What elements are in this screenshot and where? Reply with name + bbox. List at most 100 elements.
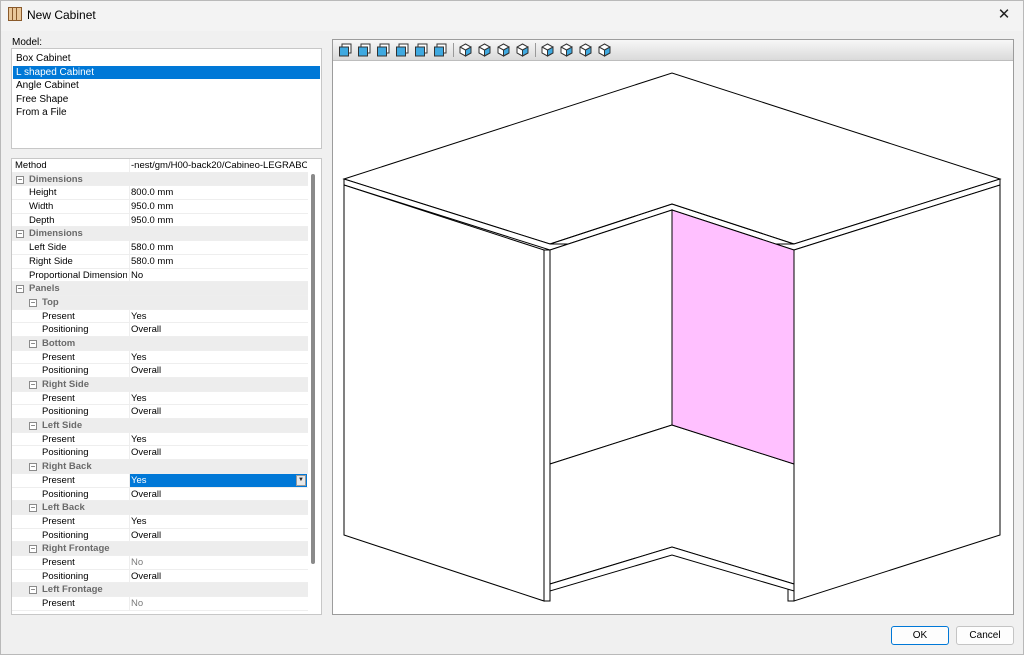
iso-view-8-icon[interactable] <box>597 43 612 57</box>
property-section-row[interactable]: − Right Frontage <box>12 542 308 556</box>
property-row[interactable]: Proportional Dimensions No <box>12 268 308 283</box>
model-item[interactable]: Box Cabinet <box>13 52 320 66</box>
view-right-icon[interactable] <box>395 43 410 57</box>
property-value[interactable]: Overall <box>129 487 307 501</box>
property-value[interactable]: No <box>129 555 307 569</box>
model-item[interactable]: From a File <box>13 106 320 120</box>
property-section-row[interactable]: − Left Back <box>12 501 308 515</box>
property-value[interactable]: -nest/gm/H00-back20/Cabineo-LEGRABOX... <box>129 159 307 172</box>
property-row[interactable]: Positioning Overall <box>12 487 308 502</box>
property-section-row[interactable]: − Panels <box>12 282 308 296</box>
property-value[interactable]: 580.0 mm <box>129 254 307 268</box>
cabinet-3d-drawing[interactable] <box>333 61 1013 614</box>
property-value[interactable]: Overall <box>129 323 307 336</box>
property-section-row[interactable]: − Top <box>12 295 308 310</box>
property-value[interactable]: 580.0 mm <box>129 241 307 254</box>
property-row[interactable]: Method -nest/gm/H00-back20/Cabineo-LEGRAB… <box>12 159 308 173</box>
property-value <box>129 378 307 391</box>
dropdown-arrow-icon[interactable]: ▼ <box>296 474 306 486</box>
model-list[interactable]: Box Cabinet L shaped Cabinet Angle Cabinet… <box>11 48 322 149</box>
property-row[interactable]: Present Yes ▼ <box>12 473 308 488</box>
property-value[interactable]: 950.0 mm <box>129 213 307 227</box>
property-value[interactable]: 950.0 mm <box>129 200 307 213</box>
property-value[interactable]: Overall <box>129 405 307 419</box>
property-value[interactable]: Overall <box>129 569 307 583</box>
property-value[interactable]: No <box>129 268 307 282</box>
property-name: Positioning <box>42 488 89 500</box>
property-value[interactable]: Overall <box>129 528 307 542</box>
property-row[interactable]: Positioning Overall <box>12 364 308 378</box>
property-row[interactable]: Present Yes <box>12 432 308 447</box>
view-bottom-icon[interactable] <box>433 43 448 57</box>
property-row[interactable]: Present Yes <box>12 309 308 324</box>
property-row[interactable]: Positioning Overall <box>12 569 308 584</box>
property-value <box>129 227 307 240</box>
property-value <box>129 419 307 432</box>
title-bar: New Cabinet ✕ <box>1 1 1023 31</box>
new-cabinet-dialog: New Cabinet ✕ Model: Box Cabinet L shaped… <box>0 0 1024 655</box>
property-row[interactable]: Height 800.0 mm <box>12 186 308 201</box>
property-row[interactable]: Present Yes <box>12 391 308 406</box>
iso-view-7-icon[interactable] <box>578 43 593 57</box>
property-value[interactable]: Yes ▼ <box>129 473 307 487</box>
toolbar-separator <box>453 43 454 57</box>
property-name: Right Side <box>29 255 73 267</box>
property-value[interactable]: Overall <box>129 364 307 377</box>
model-item[interactable]: Free Shape <box>13 93 320 107</box>
property-value[interactable]: Yes <box>129 350 307 364</box>
property-section-row[interactable]: − Dimensions <box>12 172 308 187</box>
property-value[interactable]: 800.0 mm <box>129 186 307 200</box>
view-top-icon[interactable] <box>414 43 429 57</box>
property-section-row[interactable]: − Left Side <box>12 419 308 433</box>
iso-view-2-icon[interactable] <box>477 43 492 57</box>
property-value[interactable]: Overall <box>129 446 307 460</box>
property-row[interactable]: Positioning Overall <box>12 528 308 543</box>
property-row[interactable]: Depth 950.0 mm <box>12 213 308 228</box>
property-grid-scrollbar[interactable] <box>311 174 315 564</box>
property-row[interactable]: Present Yes <box>12 350 308 365</box>
view-back-icon[interactable] <box>357 43 372 57</box>
property-section-row[interactable]: − Dimensions <box>12 227 308 242</box>
iso-view-1-icon[interactable] <box>458 43 473 57</box>
iso-view-5-icon[interactable] <box>540 43 555 57</box>
property-name: Panels <box>29 283 60 295</box>
property-row[interactable]: Positioning Overall <box>12 323 308 337</box>
property-name: Present <box>42 351 75 363</box>
3d-preview-viewport[interactable] <box>332 39 1014 615</box>
close-button[interactable]: ✕ <box>989 2 1019 28</box>
property-row[interactable]: Present No <box>12 597 308 611</box>
property-value[interactable]: No <box>129 597 307 610</box>
property-value[interactable]: Yes <box>129 391 307 405</box>
property-row[interactable]: Right Side 580.0 mm <box>12 254 308 269</box>
property-value[interactable]: Yes <box>129 432 307 446</box>
property-name: Present <box>42 310 75 322</box>
property-name: Method <box>15 160 47 171</box>
property-row[interactable]: Left Side 580.0 mm <box>12 241 308 255</box>
property-grid[interactable]: Method -nest/gm/H00-back20/Cabineo-LEGRAB… <box>11 158 322 615</box>
property-name: Present <box>42 392 75 404</box>
view-left-icon[interactable] <box>376 43 391 57</box>
property-value[interactable]: Yes <box>129 309 307 323</box>
iso-view-6-icon[interactable] <box>559 43 574 57</box>
property-section-row[interactable]: − Bottom <box>12 336 308 351</box>
property-row[interactable]: Present No <box>12 555 308 570</box>
view-front-icon[interactable] <box>338 43 353 57</box>
property-value <box>129 296 307 309</box>
property-row[interactable]: Positioning Overall <box>12 446 308 461</box>
property-section-row[interactable]: − Left Frontage <box>12 583 308 597</box>
property-section-row[interactable]: − Right Side <box>12 378 308 392</box>
cancel-button[interactable]: Cancel <box>956 626 1014 645</box>
property-row[interactable]: Present Yes <box>12 514 308 529</box>
property-section-row[interactable]: − Right Back <box>12 460 308 474</box>
property-row[interactable]: Width 950.0 mm <box>12 200 308 214</box>
iso-view-4-icon[interactable] <box>515 43 530 57</box>
property-value[interactable]: Yes <box>129 514 307 528</box>
model-label: Model: <box>12 37 43 48</box>
property-name: Present <box>42 515 75 527</box>
ok-button[interactable]: OK <box>891 626 949 645</box>
property-name: Present <box>42 556 75 568</box>
model-item[interactable]: Angle Cabinet <box>13 79 320 93</box>
property-row[interactable]: Positioning Overall <box>12 405 308 420</box>
iso-view-3-icon[interactable] <box>496 43 511 57</box>
model-item[interactable]: L shaped Cabinet <box>13 65 320 80</box>
